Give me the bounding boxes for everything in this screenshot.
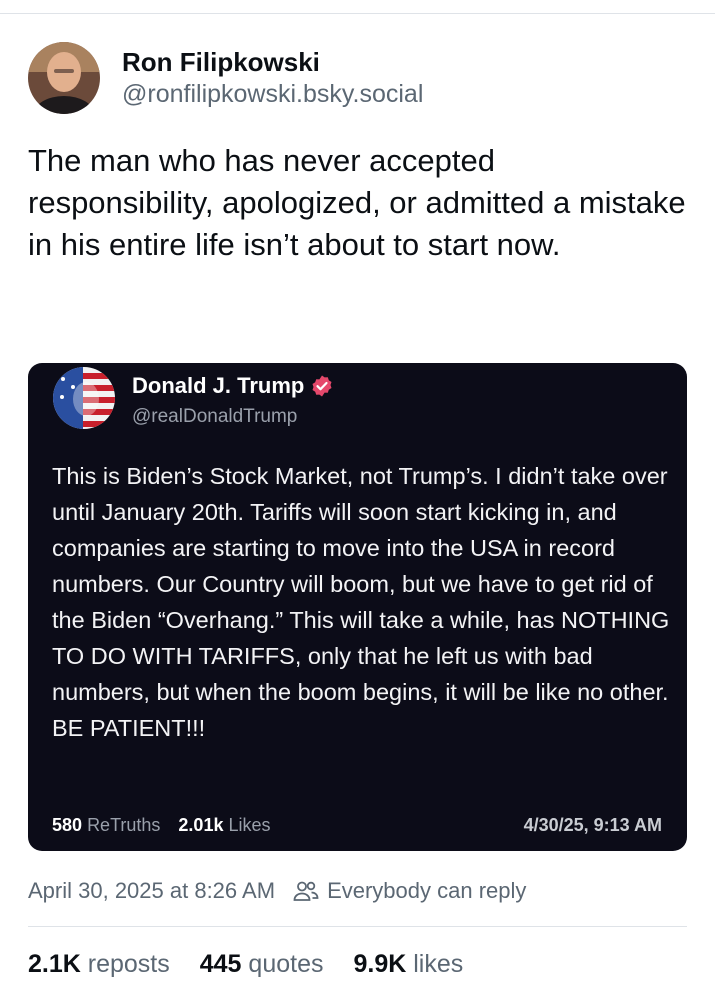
author-display-name[interactable]: Ron Filipkowski bbox=[122, 46, 423, 78]
embed-retruths-label: ReTruths bbox=[87, 815, 161, 835]
post-meta: April 30, 2025 at 8:26 AM Everybody can … bbox=[28, 878, 526, 904]
divider bbox=[28, 926, 687, 927]
reposts-value: 2.1K bbox=[28, 950, 81, 978]
quotes-value: 445 bbox=[199, 950, 242, 978]
embed-likes-count: 2.01k bbox=[178, 815, 224, 835]
engagement-counts: 2.1K reposts 445 quotes 9.9K likes bbox=[28, 950, 493, 979]
post-text: The man who has never accepted responsib… bbox=[28, 143, 686, 262]
likes-value: 9.9K bbox=[353, 950, 407, 978]
embed-likes-label: Likes bbox=[228, 815, 271, 835]
people-icon bbox=[293, 880, 319, 902]
reposts-label: reposts bbox=[87, 950, 170, 978]
author-avatar[interactable] bbox=[28, 42, 100, 114]
embed-stats: 580 ReTruths 2.01k Likes bbox=[52, 815, 289, 836]
verified-badge-icon bbox=[310, 374, 334, 398]
embed-display-name: Donald J. Trump bbox=[132, 373, 305, 398]
embed-date: 4/30/25, 9:13 AM bbox=[523, 815, 662, 835]
embedded-screenshot-card[interactable]: Donald J. Trump @realDonaldTrump This is… bbox=[28, 363, 687, 851]
embed-author-name: Donald J. Trump bbox=[132, 372, 334, 400]
post-timestamp[interactable]: April 30, 2025 at 8:26 AM bbox=[28, 878, 275, 904]
post-author[interactable]: Ron Filipkowski @ronfilipkowski.bsky.soc… bbox=[28, 42, 423, 114]
reply-setting-label: Everybody can reply bbox=[327, 878, 527, 903]
embed-likes: 2.01k Likes bbox=[178, 815, 270, 836]
embed-retruths: 580 ReTruths bbox=[52, 815, 160, 836]
reposts-count[interactable]: 2.1K reposts bbox=[28, 950, 170, 979]
likes-label: likes bbox=[413, 950, 464, 978]
top-divider bbox=[0, 13, 715, 14]
quotes-label: quotes bbox=[248, 950, 324, 978]
author-handle[interactable]: @ronfilipkowski.bsky.social bbox=[122, 78, 423, 110]
embed-retruths-count: 580 bbox=[52, 815, 83, 835]
embed-handle: @realDonaldTrump bbox=[132, 406, 298, 427]
embed-avatar bbox=[53, 367, 115, 429]
embed-text: This is Biden’s Stock Market, not Trump’… bbox=[52, 463, 670, 741]
likes-count[interactable]: 9.9K likes bbox=[353, 950, 463, 979]
reply-setting: Everybody can reply bbox=[293, 878, 526, 904]
quotes-count[interactable]: 445 quotes bbox=[200, 950, 324, 979]
